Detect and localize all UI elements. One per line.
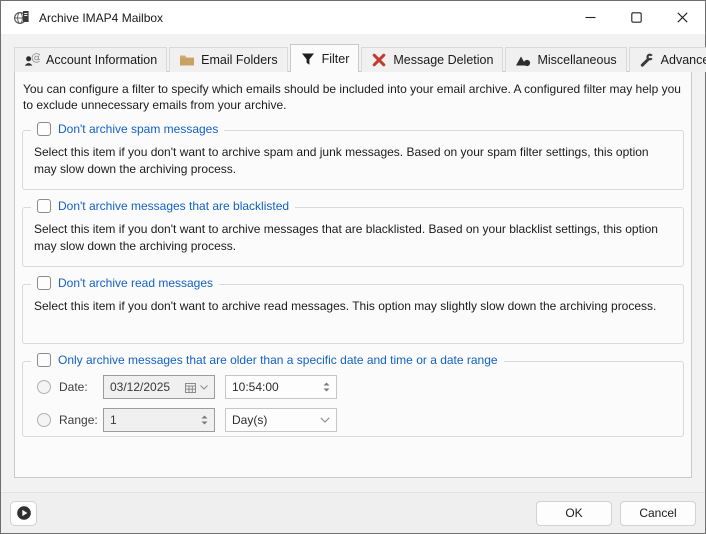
filter-intro-text: You can configure a filter to specify wh… [22,81,684,113]
group-header: Only archive messages that are older tha… [31,353,504,367]
group-description: Select this item if you don't want to ar… [34,221,672,254]
range-number-field[interactable]: 1 [103,408,215,432]
time-spinner-field[interactable]: 10:54:00 [225,375,337,399]
group-only-archive-older: Only archive messages that are older tha… [22,361,684,437]
run-archive-button[interactable] [10,501,37,526]
date-radio-label: Date: [59,380,103,394]
window-title: Archive IMAP4 Mailbox [39,11,163,25]
group-dont-archive-blacklisted: Don't archive messages that are blacklis… [22,207,684,267]
date-value: 03/12/2025 [110,380,185,394]
tab-account-information[interactable]: @ Account Information [14,47,167,72]
window-controls [567,1,705,34]
tab-miscellaneous[interactable]: Miscellaneous [505,47,626,72]
time-spinner-buttons[interactable] [323,382,330,392]
group-description: Select this item if you don't want to ar… [34,144,672,177]
checkbox-label[interactable]: Only archive messages that are older tha… [58,353,498,367]
filter-tab-panel: You can configure a filter to specify wh… [14,71,692,478]
dont-archive-read-checkbox[interactable] [37,276,51,290]
tab-label: Email Folders [201,53,277,67]
tab-label: Miscellaneous [537,53,616,67]
spinner-down-icon [201,421,208,425]
archive-imap4-mailbox-dialog: Archive IMAP4 Mailbox @ Account In [0,0,706,534]
tab-label: Account Information [46,53,157,67]
play-icon [16,505,32,521]
tab-email-folders[interactable]: Email Folders [169,47,287,72]
minimize-button[interactable] [567,1,613,34]
date-radio[interactable] [37,380,51,394]
range-unit-select[interactable]: Day(s) [225,408,337,432]
app-icon [13,9,30,26]
group-description: Select this item if you don't want to ar… [34,298,672,315]
range-value: 1 [110,413,201,427]
dont-archive-spam-checkbox[interactable] [37,122,51,136]
maximize-button[interactable] [613,1,659,34]
tab-label: Message Deletion [393,53,493,67]
tab-label: Advanced [661,53,706,67]
range-row: Range: 1 Day(s) [37,408,672,432]
wrench-icon [639,52,655,68]
range-radio-label: Range: [59,413,103,427]
time-value: 10:54:00 [232,380,323,394]
checkbox-label[interactable]: Don't archive messages that are blacklis… [58,199,289,213]
folder-icon [179,52,195,68]
group-dont-archive-spam: Don't archive spam messages Select this … [22,130,684,190]
spinner-down-icon [323,388,330,392]
tab-label: Filter [322,52,350,66]
button-bar: OK Cancel [1,492,705,533]
svg-text:@: @ [31,52,40,64]
account-at-icon: @ [24,52,40,68]
date-picker-controls [185,382,208,393]
group-header: Don't archive spam messages [31,122,224,136]
date-picker-field[interactable]: 03/12/2025 [103,375,215,399]
tab-filter[interactable]: Filter [290,44,360,72]
dialog-body: @ Account Information Email Folders Filt… [1,34,705,492]
only-archive-older-checkbox[interactable] [37,353,51,367]
range-radio[interactable] [37,413,51,427]
ok-button[interactable]: OK [536,501,612,526]
dont-archive-blacklisted-checkbox[interactable] [37,199,51,213]
shapes-icon [515,52,531,68]
red-x-icon [371,52,387,68]
checkbox-label[interactable]: Don't archive spam messages [58,122,218,136]
group-dont-archive-read: Don't archive read messages Select this … [22,284,684,344]
calendar-icon [185,382,196,393]
range-spinner-buttons[interactable] [201,415,208,425]
spinner-up-icon [201,415,208,419]
tab-advanced[interactable]: Advanced [629,47,706,72]
group-header: Don't archive read messages [31,276,219,290]
chevron-down-icon [320,417,330,423]
funnel-icon [300,51,316,67]
group-header: Don't archive messages that are blacklis… [31,199,295,213]
title-bar: Archive IMAP4 Mailbox [1,1,705,34]
checkbox-label[interactable]: Don't archive read messages [58,276,213,290]
chevron-down-icon [200,385,208,390]
tab-message-deletion[interactable]: Message Deletion [361,47,503,72]
tab-strip: @ Account Information Email Folders Filt… [14,43,692,71]
cancel-button[interactable]: Cancel [620,501,696,526]
range-unit-value: Day(s) [232,413,320,427]
close-button[interactable] [659,1,705,34]
spinner-up-icon [323,382,330,386]
date-row: Date: 03/12/2025 [37,375,672,399]
